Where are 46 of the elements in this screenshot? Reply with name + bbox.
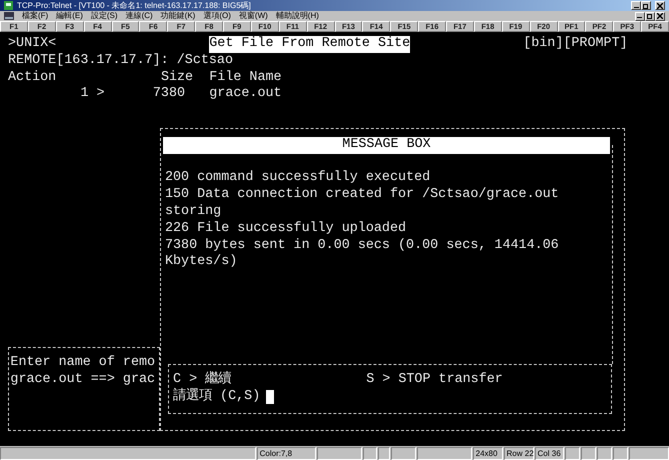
status-field: Col 36 xyxy=(534,447,564,460)
minimize-button[interactable] xyxy=(635,12,645,20)
column-header: File Name xyxy=(209,70,282,86)
prompt-text: 請選項 (C,S) xyxy=(173,388,260,406)
restore-button[interactable] xyxy=(641,1,651,10)
message-box-title: MESSAGE BOX xyxy=(163,136,610,154)
status-field: Color:7,8 xyxy=(256,447,316,460)
option-text: C > 繼續 xyxy=(173,372,232,388)
close-icon xyxy=(657,2,663,8)
minimize-button[interactable] xyxy=(631,1,641,10)
menu-item[interactable]: 編輯(E) xyxy=(56,11,83,21)
text-cursor xyxy=(266,390,274,404)
close-button[interactable] xyxy=(655,12,665,20)
mode-flags: [bin][PROMPT] xyxy=(523,36,628,53)
input-prompt-line: grace.out ==> grac xyxy=(10,372,156,389)
message-line: Kbytes/s) xyxy=(164,254,238,272)
screen-title: Get File From Remote Site xyxy=(209,36,410,53)
option-text: S > STOP transfer xyxy=(366,372,503,389)
document-icon xyxy=(4,12,14,20)
close-button[interactable] xyxy=(655,1,665,10)
menu-item[interactable]: 檔案(F) xyxy=(22,11,48,21)
menu-item[interactable]: 連線(C) xyxy=(126,11,153,21)
window-title: TCP-Pro:Telnet - [VT100 - 未命名1: telnet-163.17.17.188: BIG5碼] xyxy=(17,0,252,11)
file-size: 7380 xyxy=(152,86,186,104)
message-line: storing xyxy=(164,204,222,221)
input-prompt-line: Enter name of remo xyxy=(10,355,156,372)
menu-item[interactable]: 選項(O) xyxy=(203,11,231,21)
action-number: 1 > xyxy=(80,86,105,104)
column-header: Action xyxy=(8,70,56,86)
remote-path: REMOTE[163.17.17.7]: /Sctsao xyxy=(8,52,233,70)
status-field: 24x80 xyxy=(472,447,503,460)
mode-indicator: >UNIX< xyxy=(8,36,56,53)
message-line: 226 File successfully uploaded xyxy=(164,220,406,238)
app-icon xyxy=(4,1,13,10)
menu-item[interactable]: 視窗(W) xyxy=(238,11,268,21)
message-line: 200 command successfully executed xyxy=(164,170,430,187)
menu-item[interactable]: 功能鍵(K) xyxy=(160,11,196,21)
message-line: 150 Data connection created for /Sctsao/grace.out xyxy=(164,187,559,204)
menu-item[interactable]: 設定(S) xyxy=(90,11,118,21)
restore-button[interactable] xyxy=(645,12,655,20)
message-line: 7380 bytes sent in 0.00 secs (0.00 secs, 14414.06 xyxy=(164,238,559,254)
status-field: Row 22 xyxy=(504,447,534,460)
menu-item[interactable]: 輔助說明(H) xyxy=(276,11,319,21)
file-name: grace.out xyxy=(209,86,282,104)
close-icon xyxy=(657,13,663,19)
column-header: Size xyxy=(160,70,194,86)
